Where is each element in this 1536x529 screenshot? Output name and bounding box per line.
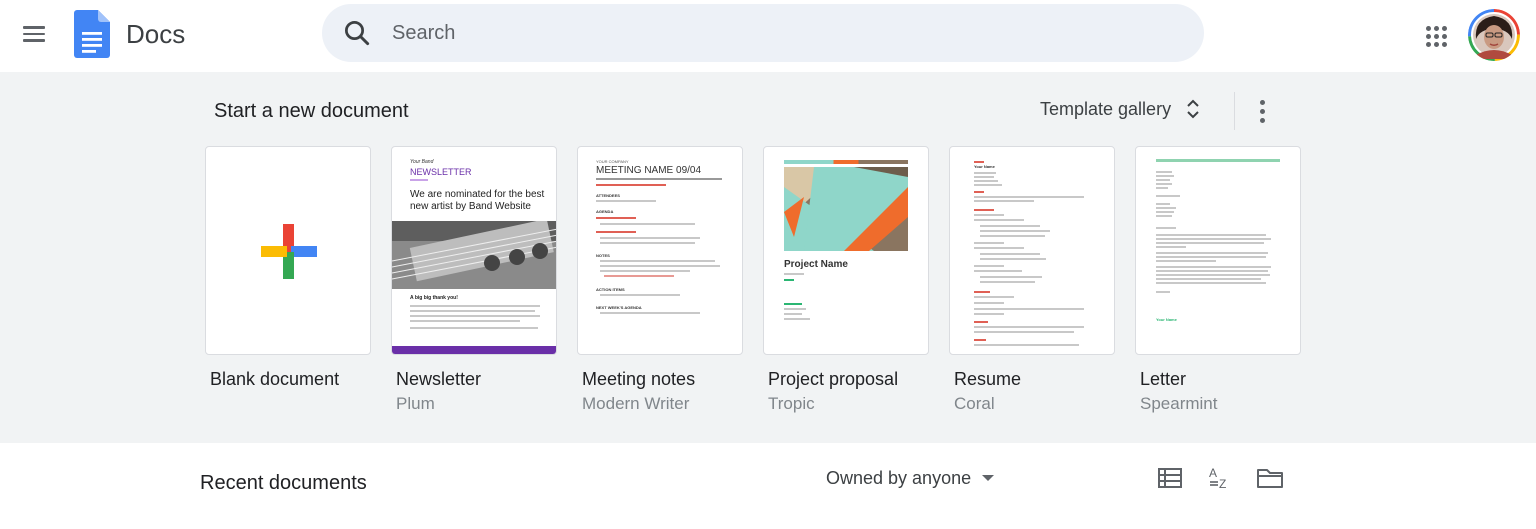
sort-az-icon: A Z: [1209, 466, 1226, 491]
list-view-icon: [1158, 468, 1182, 488]
app-name[interactable]: Docs: [126, 19, 185, 50]
template-thumbnail[interactable]: YOUR COMPANY MEETING NAME 09/04 ATTENDEE…: [577, 146, 743, 355]
main-menu-button[interactable]: [14, 14, 54, 54]
sort-button[interactable]: A Z: [1204, 462, 1236, 494]
meeting-company: YOUR COMPANY: [596, 159, 629, 164]
template-title: Project proposal: [768, 369, 899, 389]
search-bar[interactable]: [322, 4, 1204, 62]
template-card-resume[interactable]: Your Name Resume Coral: [949, 146, 1115, 414]
proposal-heading: Project Name: [784, 259, 848, 270]
template-subtitle: Modern Writer: [582, 394, 690, 413]
template-title: Blank document: [210, 369, 340, 389]
more-vert-icon: [1259, 99, 1265, 105]
newsletter-brand: Your Band: [410, 159, 434, 165]
apps-grid-icon: [1425, 25, 1431, 31]
list-view-button[interactable]: [1154, 462, 1186, 494]
template-thumbnail[interactable]: [205, 146, 371, 355]
section-title: Start a new document: [214, 100, 409, 122]
google-apps-button[interactable]: [1416, 16, 1456, 56]
template-card-project-proposal[interactable]: Project Name Project proposal Tropic: [763, 146, 929, 414]
tropic-graphic: [784, 167, 908, 251]
template-subtitle: Coral: [954, 394, 995, 413]
top-bar: Docs: [0, 0, 1536, 72]
template-subtitle: Spearmint: [1140, 394, 1218, 413]
unfold-icon: [1187, 99, 1199, 119]
template-thumbnail[interactable]: Your Band NEWSLETTER We are nominated fo…: [391, 146, 557, 355]
template-subtitle: Plum: [396, 394, 435, 413]
template-card-blank[interactable]: Blank document: [205, 146, 371, 394]
letter-closing: Your Name: [1156, 317, 1177, 322]
newsletter-caption: A big big thank you!: [410, 295, 458, 301]
recent-documents-title: Recent documents: [200, 472, 367, 494]
owner-filter-dropdown[interactable]: Owned by anyone: [818, 462, 1003, 494]
folder-icon: [1257, 469, 1283, 488]
svg-text:Z: Z: [1219, 477, 1226, 491]
account-avatar[interactable]: [1468, 9, 1520, 61]
divider: [1234, 92, 1235, 130]
newsletter-headline: We are nominated for the best new artist…: [410, 189, 545, 212]
template-thumbnail[interactable]: Project Name: [763, 146, 929, 355]
guitar-photo: [392, 221, 556, 289]
dropdown-arrow-icon: [982, 475, 995, 481]
template-subtitle: Tropic: [768, 394, 815, 413]
template-section: Start a new document Template gallery Bl…: [0, 72, 1536, 443]
template-card-letter[interactable]: Your Name Letter Spearmint: [1135, 146, 1301, 414]
search-input[interactable]: [392, 21, 1152, 45]
search-icon[interactable]: [342, 18, 372, 48]
template-title: Resume: [954, 369, 1022, 389]
docs-logo-icon[interactable]: [74, 10, 110, 58]
svg-text:A: A: [1209, 466, 1217, 480]
more-options-button[interactable]: [1246, 92, 1278, 130]
template-title: Letter: [1140, 369, 1187, 389]
owner-filter-label: Owned by anyone: [826, 467, 972, 488]
template-gallery-label: Template gallery: [1040, 98, 1172, 119]
plus-icon: [261, 224, 317, 279]
template-thumbnail[interactable]: Your Name: [1135, 146, 1301, 355]
meeting-heading: MEETING NAME 09/04: [596, 165, 702, 176]
template-card-meeting-notes[interactable]: YOUR COMPANY MEETING NAME 09/04 ATTENDEE…: [577, 146, 743, 414]
template-card-newsletter[interactable]: Your Band NEWSLETTER We are nominated fo…: [391, 146, 557, 414]
template-thumbnail[interactable]: Your Name: [949, 146, 1115, 355]
file-picker-button[interactable]: [1254, 462, 1286, 494]
newsletter-heading: NEWSLETTER: [410, 167, 472, 177]
template-title: Newsletter: [396, 369, 482, 389]
resume-name: Your Name: [974, 164, 995, 169]
template-gallery-button[interactable]: Template gallery: [1030, 90, 1211, 128]
hamburger-icon: [23, 26, 45, 29]
template-title: Meeting notes: [582, 369, 696, 389]
